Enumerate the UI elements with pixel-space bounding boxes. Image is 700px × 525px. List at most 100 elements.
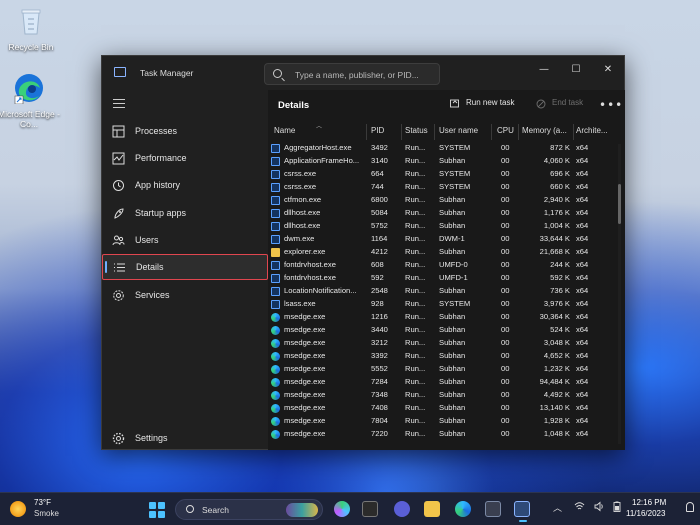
table-row[interactable]: explorer.exe 4212 Run... Subhan 00 21,668 K x6… <box>268 246 616 259</box>
cell-pid: 3212 <box>371 338 388 347</box>
table-row[interactable]: msedge.exe 7220 Run... Subhan 00 1,048 K x64 <box>268 428 616 441</box>
table-row[interactable]: msedge.exe 3212 Run... Subhan 00 3,048 K x64 <box>268 337 616 350</box>
table-row[interactable]: csrss.exe 664 Run... SYSTEM 00 696 K x64 <box>268 168 616 181</box>
sidebar-item-performance[interactable]: Performance <box>102 146 268 172</box>
cell-user: Subhan <box>439 338 466 347</box>
run-new-task-label: Run new task <box>466 98 515 107</box>
sidebar-item-app-history[interactable]: App history <box>102 173 268 199</box>
teams-chat-icon[interactable] <box>394 501 410 517</box>
column-header-architecture[interactable]: Archite... <box>576 126 608 135</box>
start-button[interactable] <box>149 502 165 518</box>
chevron-up-icon[interactable]: ︿ <box>553 501 562 514</box>
column-header-status[interactable]: Status <box>405 126 428 135</box>
cell-arch: x64 <box>576 364 589 373</box>
table-row[interactable]: msedge.exe 1216 Run... Subhan 00 30,364 K x64 <box>268 311 616 324</box>
table-row[interactable]: dwm.exe 1164 Run... DWM-1 00 33,644 K x64 <box>268 233 616 246</box>
sidebar-item-users[interactable]: Users <box>102 228 268 254</box>
cell-cpu: 00 <box>501 325 510 334</box>
table-row[interactable]: msedge.exe 5552 Run... Subhan 00 1,232 K x64 <box>268 363 616 376</box>
edge-process-icon <box>271 339 280 348</box>
cell-status: Run... <box>405 234 426 243</box>
table-row[interactable]: csrss.exe 744 Run... SYSTEM 00 660 K x64 <box>268 181 616 194</box>
search-box[interactable] <box>264 63 440 85</box>
details-icon <box>114 263 125 272</box>
clock-date[interactable]: 11/16/2023 <box>626 509 665 518</box>
file-explorer-icon[interactable] <box>424 501 440 517</box>
table-row[interactable]: msedge.exe 7348 Run... Subhan 00 4,492 K x64 <box>268 389 616 402</box>
column-header-memory[interactable]: Memory (a... <box>522 126 567 135</box>
taskbar-search[interactable]: Search <box>175 499 323 520</box>
table-row[interactable]: AggregatorHost.exe 3492 Run... SYSTEM 00 872 … <box>268 142 616 155</box>
process-icon <box>271 235 280 244</box>
notification-bell-icon[interactable] <box>686 502 694 512</box>
edge-process-icon <box>271 313 280 322</box>
search-icon <box>186 505 194 513</box>
cell-name: dllhost.exe <box>284 208 321 217</box>
cell-mem: 2,940 K <box>543 195 570 204</box>
column-header-cpu[interactable]: CPU <box>497 126 514 135</box>
cell-mem: 33,644 K <box>539 234 570 243</box>
cell-arch: x64 <box>576 273 589 282</box>
task-view-icon[interactable] <box>362 501 378 517</box>
table-row[interactable]: fontdrvhost.exe 592 Run... UMFD-1 00 592 K x64 <box>268 272 616 285</box>
cell-name: msedge.exe <box>284 325 326 334</box>
desktop-icon-recycle-bin[interactable]: Recycle Bin <box>0 5 62 52</box>
column-header-user-name[interactable]: User name <box>439 126 478 135</box>
cell-cpu: 00 <box>501 234 510 243</box>
cell-user: Subhan <box>439 364 466 373</box>
cell-status: Run... <box>405 299 426 308</box>
table-row[interactable]: dllhost.exe 5084 Run... Subhan 00 1,176 K x64 <box>268 207 616 220</box>
cell-mem: 1,928 K <box>543 416 570 425</box>
table-row[interactable]: msedge.exe 3440 Run... Subhan 00 524 K x64 <box>268 324 616 337</box>
table-row[interactable]: ctfmon.exe 6800 Run... Subhan 00 2,940 K x64 <box>268 194 616 207</box>
title-bar[interactable]: Task Manager — ☐ ✕ <box>102 56 624 90</box>
maximize-button[interactable]: ☐ <box>561 59 591 81</box>
sidebar-item-details[interactable]: Details <box>102 254 268 280</box>
search-input[interactable] <box>295 67 435 82</box>
desktop-icon-edge[interactable]: Microsoft Edge - Co... <box>0 72 60 129</box>
cell-status: Run... <box>405 247 426 256</box>
cell-user: Subhan <box>439 221 466 230</box>
table-row[interactable]: msedge.exe 7408 Run... Subhan 00 13,140 K x64 <box>268 402 616 415</box>
sidebar-item-startup-apps[interactable]: Startup apps <box>102 201 268 227</box>
wifi-icon[interactable] <box>574 501 585 512</box>
cell-arch: x64 <box>576 169 589 178</box>
minimize-button[interactable]: — <box>529 59 559 81</box>
sidebar-item-processes[interactable]: Processes <box>102 119 268 145</box>
sidebar-item-label: Services <box>135 290 170 300</box>
scrollbar-thumb[interactable] <box>618 184 621 224</box>
taskbar: 73°F Smoke Search ︿ 12:16 PM 11/16/2023 <box>0 492 700 525</box>
cell-mem: 1,048 K <box>543 429 570 438</box>
column-header-pid[interactable]: PID <box>371 126 384 135</box>
cell-mem: 4,492 K <box>543 390 570 399</box>
battery-icon[interactable] <box>612 501 622 512</box>
copilot-icon[interactable] <box>334 501 350 517</box>
table-row[interactable]: ApplicationFrameHo... 3140 Run... Subhan 00 4… <box>268 155 616 168</box>
cell-user: Subhan <box>439 429 466 438</box>
table-row[interactable]: msedge.exe 3392 Run... Subhan 00 4,652 K x64 <box>268 350 616 363</box>
clock-time[interactable]: 12:16 PM <box>632 498 666 507</box>
table-row[interactable]: dllhost.exe 5752 Run... Subhan 00 1,004 K x64 <box>268 220 616 233</box>
cell-status: Run... <box>405 390 426 399</box>
task-manager-taskbar-icon[interactable] <box>514 501 530 522</box>
process-icon <box>271 144 280 153</box>
hamburger-menu-icon[interactable] <box>113 99 125 109</box>
cell-status: Run... <box>405 338 426 347</box>
close-button[interactable]: ✕ <box>593 59 623 81</box>
volume-icon[interactable] <box>594 501 605 512</box>
table-row[interactable]: msedge.exe 7284 Run... Subhan 00 94,484 K x64 <box>268 376 616 389</box>
table-scrollbar[interactable] <box>618 144 621 444</box>
cell-pid: 7220 <box>371 429 388 438</box>
table-row[interactable]: fontdrvhost.exe 608 Run... UMFD-0 00 244 K x64 <box>268 259 616 272</box>
column-header-name[interactable]: Name <box>274 126 295 135</box>
table-row[interactable]: msedge.exe 7804 Run... Subhan 00 1,928 K x64 <box>268 415 616 428</box>
cell-cpu: 00 <box>501 156 510 165</box>
store-icon[interactable] <box>485 501 501 517</box>
table-row[interactable]: LocationNotification... 2548 Run... Subhan 0… <box>268 285 616 298</box>
more-options-icon[interactable]: ••• <box>599 98 623 112</box>
sidebar-item-settings[interactable]: Settings <box>102 426 268 452</box>
edge-taskbar-icon[interactable] <box>455 501 471 517</box>
table-row[interactable]: lsass.exe 928 Run... SYSTEM 00 3,976 K x64 <box>268 298 616 311</box>
sort-ascending-icon: ︿ <box>316 123 323 130</box>
sidebar-item-services[interactable]: Services <box>102 283 268 309</box>
